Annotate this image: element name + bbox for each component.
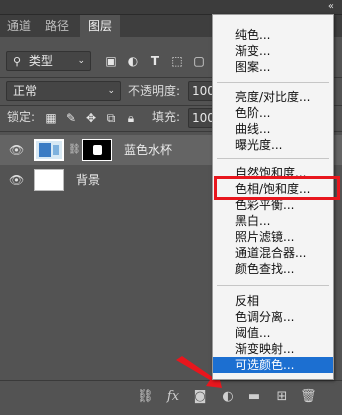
layer-thumbnail[interactable] xyxy=(34,139,64,161)
menu-separator xyxy=(217,158,329,159)
chevron-down-icon: ⌄ xyxy=(107,86,115,96)
lock-position-icon[interactable]: ✥ xyxy=(84,110,98,126)
menu-item-gradient[interactable]: 渐变... xyxy=(213,43,333,59)
new-layer-icon[interactable]: ⊞ xyxy=(274,389,290,405)
menu-separator xyxy=(217,285,329,286)
shape-filter-icon[interactable]: ⬚ xyxy=(170,53,184,69)
layer-name[interactable]: 蓝色水杯 xyxy=(124,135,172,165)
type-filter-icon[interactable]: T xyxy=(148,53,162,69)
tab-channels[interactable]: 通道 xyxy=(0,15,38,37)
menu-item-levels[interactable]: 色阶... xyxy=(213,105,333,121)
link-layers-icon[interactable]: ⛓ xyxy=(137,389,154,405)
menu-item-brightness-contrast[interactable]: 亮度/对比度... xyxy=(213,89,333,105)
adjustment-filter-icon[interactable]: ◐ xyxy=(126,53,140,69)
tab-layers[interactable]: 图层 xyxy=(80,15,120,37)
menu-item-channel-mixer[interactable]: 通道混合器... xyxy=(213,245,333,261)
menu-item-photo-filter[interactable]: 照片滤镜... xyxy=(213,229,333,245)
image-filter-icon[interactable]: ▣ xyxy=(104,53,118,69)
menu-separator xyxy=(217,82,329,83)
panel-title-bar: « xyxy=(0,0,342,15)
fill-label: 填充: xyxy=(152,110,181,124)
mask-shape xyxy=(93,145,102,155)
opacity-label: 不透明度: xyxy=(128,84,181,98)
menu-item-color-lookup[interactable]: 颜色查找... xyxy=(213,261,333,277)
menu-item-exposure[interactable]: 曝光度... xyxy=(213,137,333,153)
chevron-down-icon: ⌄ xyxy=(77,56,85,66)
blend-mode-select[interactable]: 正常 ⌄ xyxy=(6,81,121,101)
trash-icon[interactable]: 🗑︎ xyxy=(300,389,317,405)
lock-all-icon[interactable]: 🔒︎ xyxy=(124,110,138,126)
filter-kind-select[interactable]: ⚲ 类型 ⌄ xyxy=(6,51,91,71)
menu-item-gradient-map[interactable]: 渐变映射... xyxy=(213,341,333,357)
highlight-box-annotation xyxy=(214,176,340,200)
menu-item-black-white[interactable]: 黑白... xyxy=(213,213,333,229)
menu-item-solid-color[interactable]: 纯色... xyxy=(213,27,333,43)
blend-mode-value: 正常 xyxy=(13,84,38,98)
menu-item-threshold[interactable]: 阈值... xyxy=(213,325,333,341)
collapse-icon[interactable]: « xyxy=(328,0,334,14)
link-icon[interactable]: ⛓ xyxy=(68,143,81,157)
lock-label: 锁定: xyxy=(7,110,36,124)
menu-item-invert[interactable]: 反相 xyxy=(213,293,333,309)
menu-item-pattern[interactable]: 图案... xyxy=(213,59,333,75)
lock-transparent-icon[interactable]: ▦ xyxy=(44,110,58,126)
eye-icon[interactable]: 👁︎ xyxy=(9,143,24,157)
menu-item-posterize[interactable]: 色调分离... xyxy=(213,309,333,325)
layer-name[interactable]: 背景 xyxy=(76,165,100,195)
lock-image-icon[interactable]: ✎ xyxy=(64,110,78,126)
group-folder-icon[interactable]: ▬ xyxy=(246,389,262,405)
menu-item-selective-color[interactable]: 可选颜色... xyxy=(213,357,333,373)
layer-thumbnail[interactable] xyxy=(34,169,64,191)
eye-icon[interactable]: 👁︎ xyxy=(9,173,24,187)
menu-item-curves[interactable]: 曲线... xyxy=(213,121,333,137)
search-icon: ⚲ xyxy=(13,55,22,68)
smart-object-filter-icon[interactable]: ▢ xyxy=(192,53,206,69)
filter-kind-label: 类型 xyxy=(28,54,53,68)
lock-artboard-icon[interactable]: ⧉ xyxy=(104,110,118,126)
layer-thumbnail-image xyxy=(36,141,62,159)
tab-paths[interactable]: 路径 xyxy=(38,15,76,37)
layer-mask-thumbnail[interactable] xyxy=(82,139,112,161)
